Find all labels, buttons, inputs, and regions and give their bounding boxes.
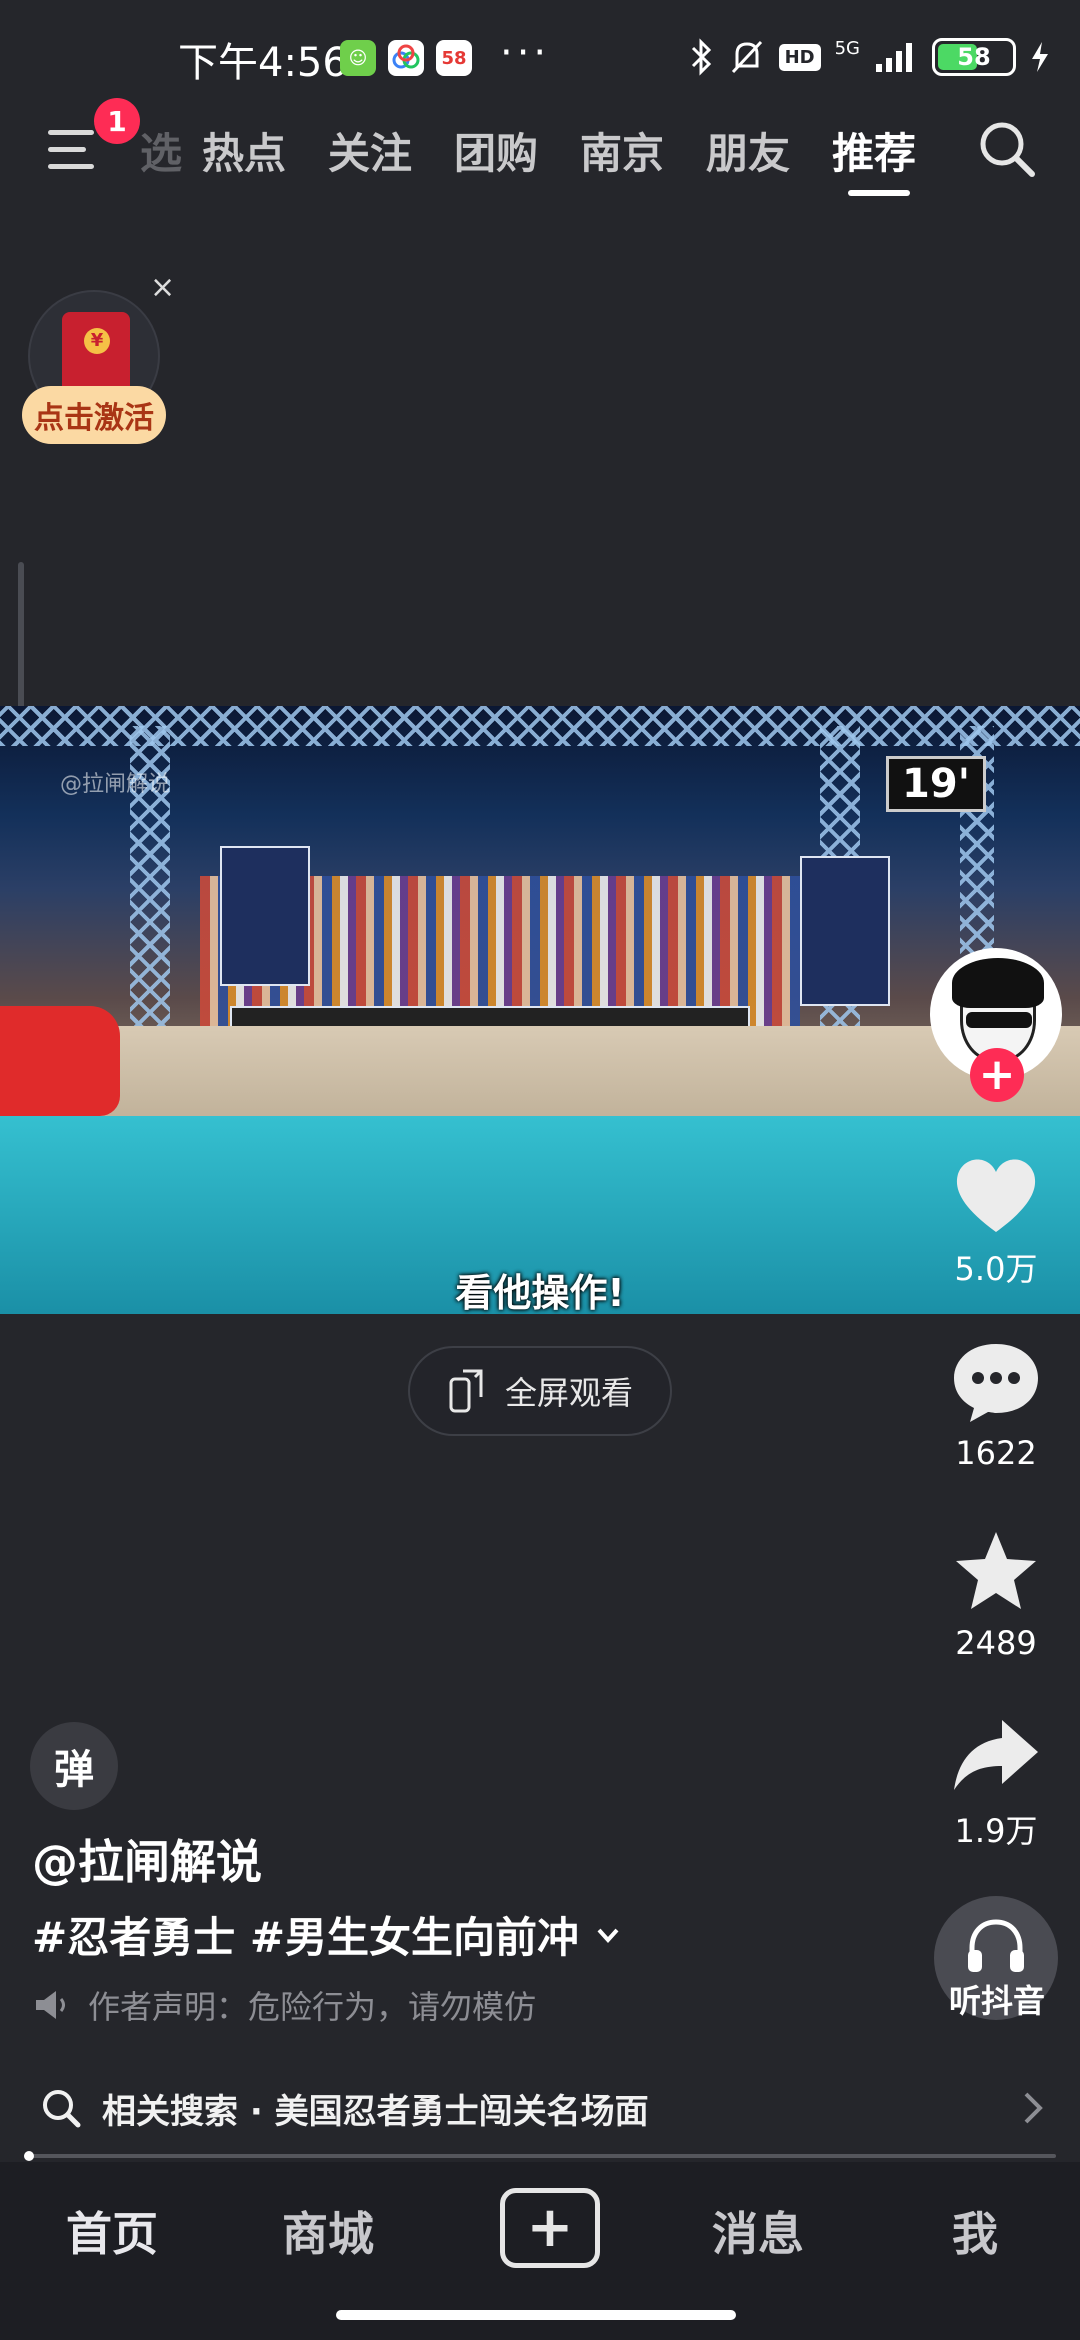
home-indicator[interactable] (336, 2310, 736, 2320)
battery-indicator: 58 (932, 38, 1016, 76)
avatar-glasses (966, 1012, 1032, 1028)
nav-me[interactable]: 我 (952, 2198, 998, 2264)
share-icon[interactable] (950, 1708, 1042, 1800)
hashtag-text[interactable]: #忍者勇士 #男生女生向前冲 (32, 1904, 579, 1965)
tab-partial[interactable]: 选 (140, 120, 182, 181)
tab-following[interactable]: 关注 (328, 120, 412, 181)
app-notification-icon: ☺ (340, 40, 376, 76)
comment-icon[interactable] (950, 1336, 1042, 1428)
related-search-bar[interactable]: 相关搜索 · 美国忍者勇士闯关名场面 (0, 2068, 1080, 2148)
heart-icon[interactable] (950, 1150, 1042, 1242)
cloud-app-icon (388, 40, 424, 76)
favorite-count: 2489 (955, 1624, 1037, 1662)
scroll-indicator (18, 562, 24, 712)
bluetooth-icon (691, 38, 711, 76)
headphones-icon (968, 1919, 1024, 1972)
tab-nanjing[interactable]: 南京 (580, 120, 664, 181)
listen-label: 听抖音 (948, 1982, 1045, 2020)
app-58-icon: 58 (436, 40, 472, 76)
tab-recommend[interactable]: 推荐 (832, 120, 916, 181)
follow-button[interactable]: + (970, 1048, 1024, 1102)
charging-icon (1032, 42, 1048, 72)
tab-hot[interactable]: 热点 (202, 120, 286, 181)
danmu-button[interactable]: 弹 (30, 1722, 118, 1810)
video-subtitle: 看他操作! (455, 1271, 625, 1314)
share-count: 1.9万 (954, 1812, 1038, 1850)
notification-badge: 1 (94, 98, 140, 144)
video-progress-fill (24, 2151, 35, 2161)
battery-level: 58 (957, 43, 991, 71)
notice-text: 作者声明：危险行为，请勿模仿 (88, 1988, 537, 2026)
activate-button[interactable]: 点击激活 (22, 386, 166, 444)
status-right-group: HD 5G 58 (689, 38, 1050, 76)
red-platform (0, 1006, 120, 1116)
fullscreen-icon (449, 1369, 483, 1413)
more-notifications-icon: ··· (500, 30, 551, 76)
active-tab-indicator (848, 190, 910, 196)
like-count: 5.0万 (954, 1250, 1038, 1288)
comment-count: 1622 (955, 1434, 1037, 1472)
fullscreen-label: 全屏观看 (504, 1374, 633, 1412)
search-icon[interactable] (976, 118, 1038, 180)
tab-friends[interactable]: 朋友 (706, 120, 790, 181)
video-timer: 19' (886, 756, 986, 812)
chevron-down-icon[interactable] (593, 1920, 623, 1950)
status-time: 下午4:56 (178, 40, 348, 86)
nav-home[interactable]: 首页 (66, 2198, 158, 2264)
author-name[interactable]: @拉闸解说 (32, 1826, 262, 1892)
video-player[interactable]: 19' @拉闸解说 看他操作! (0, 706, 1080, 1314)
related-search-label: 相关搜索 · 美国忍者勇士闯关名场面 (102, 2091, 649, 2132)
author-notice: 作者声明：危险行为，请勿模仿 (34, 1982, 536, 2028)
close-icon[interactable]: × (150, 270, 175, 305)
bell-off-icon (731, 40, 762, 74)
search-icon (43, 2090, 81, 2128)
create-button[interactable]: + (500, 2188, 600, 2268)
video-progress-bar[interactable] (24, 2151, 1056, 2161)
stage-floor (0, 1026, 1080, 1126)
speaker-icon (36, 1991, 65, 2019)
ninja-warrior-banner (800, 856, 890, 1006)
nav-messages[interactable]: 消息 (712, 2198, 804, 2264)
star-icon[interactable] (950, 1526, 1042, 1618)
nav-mall[interactable]: 商城 (282, 2198, 374, 2264)
tab-group-buy[interactable]: 团购 (454, 120, 538, 181)
avatar-hair (952, 958, 1044, 1008)
video-watermark: @拉闸解说 (60, 772, 171, 797)
signal-icon (876, 43, 912, 72)
hd-badge: HD (778, 43, 821, 71)
chevron-right-icon[interactable] (1018, 2088, 1048, 2128)
ninja-warrior-banner (220, 846, 310, 986)
fullscreen-button[interactable]: 全屏观看 (408, 1346, 672, 1436)
network-label: 5G (834, 38, 860, 59)
hashtags[interactable]: #忍者勇士 #男生女生向前冲 (32, 1904, 623, 1965)
